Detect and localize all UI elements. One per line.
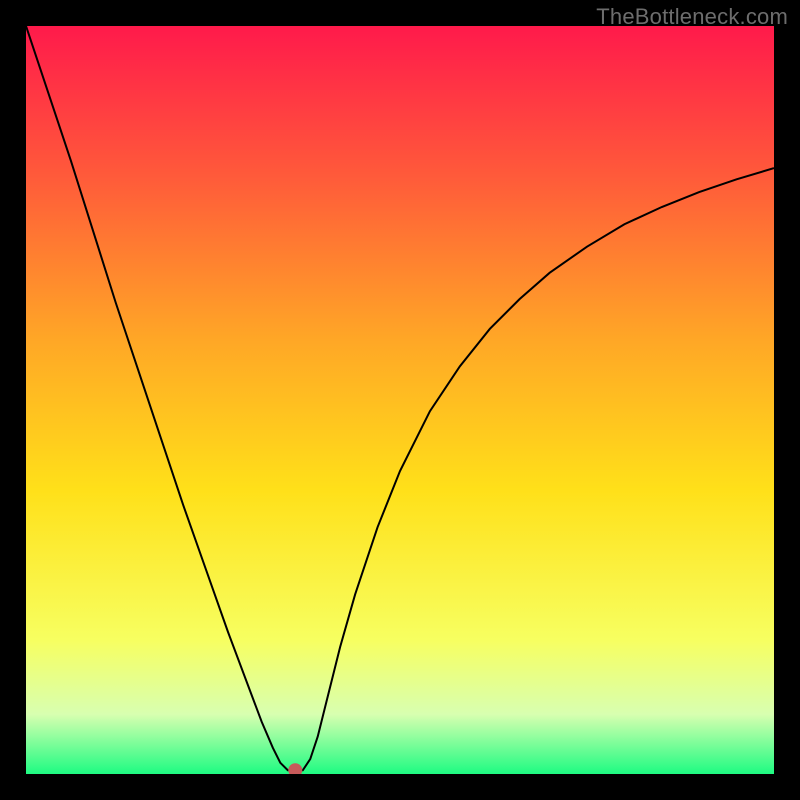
chart-background (26, 26, 774, 774)
watermark-text: TheBottleneck.com (596, 4, 788, 30)
bottleneck-chart (26, 26, 774, 774)
chart-frame: TheBottleneck.com (0, 0, 800, 800)
